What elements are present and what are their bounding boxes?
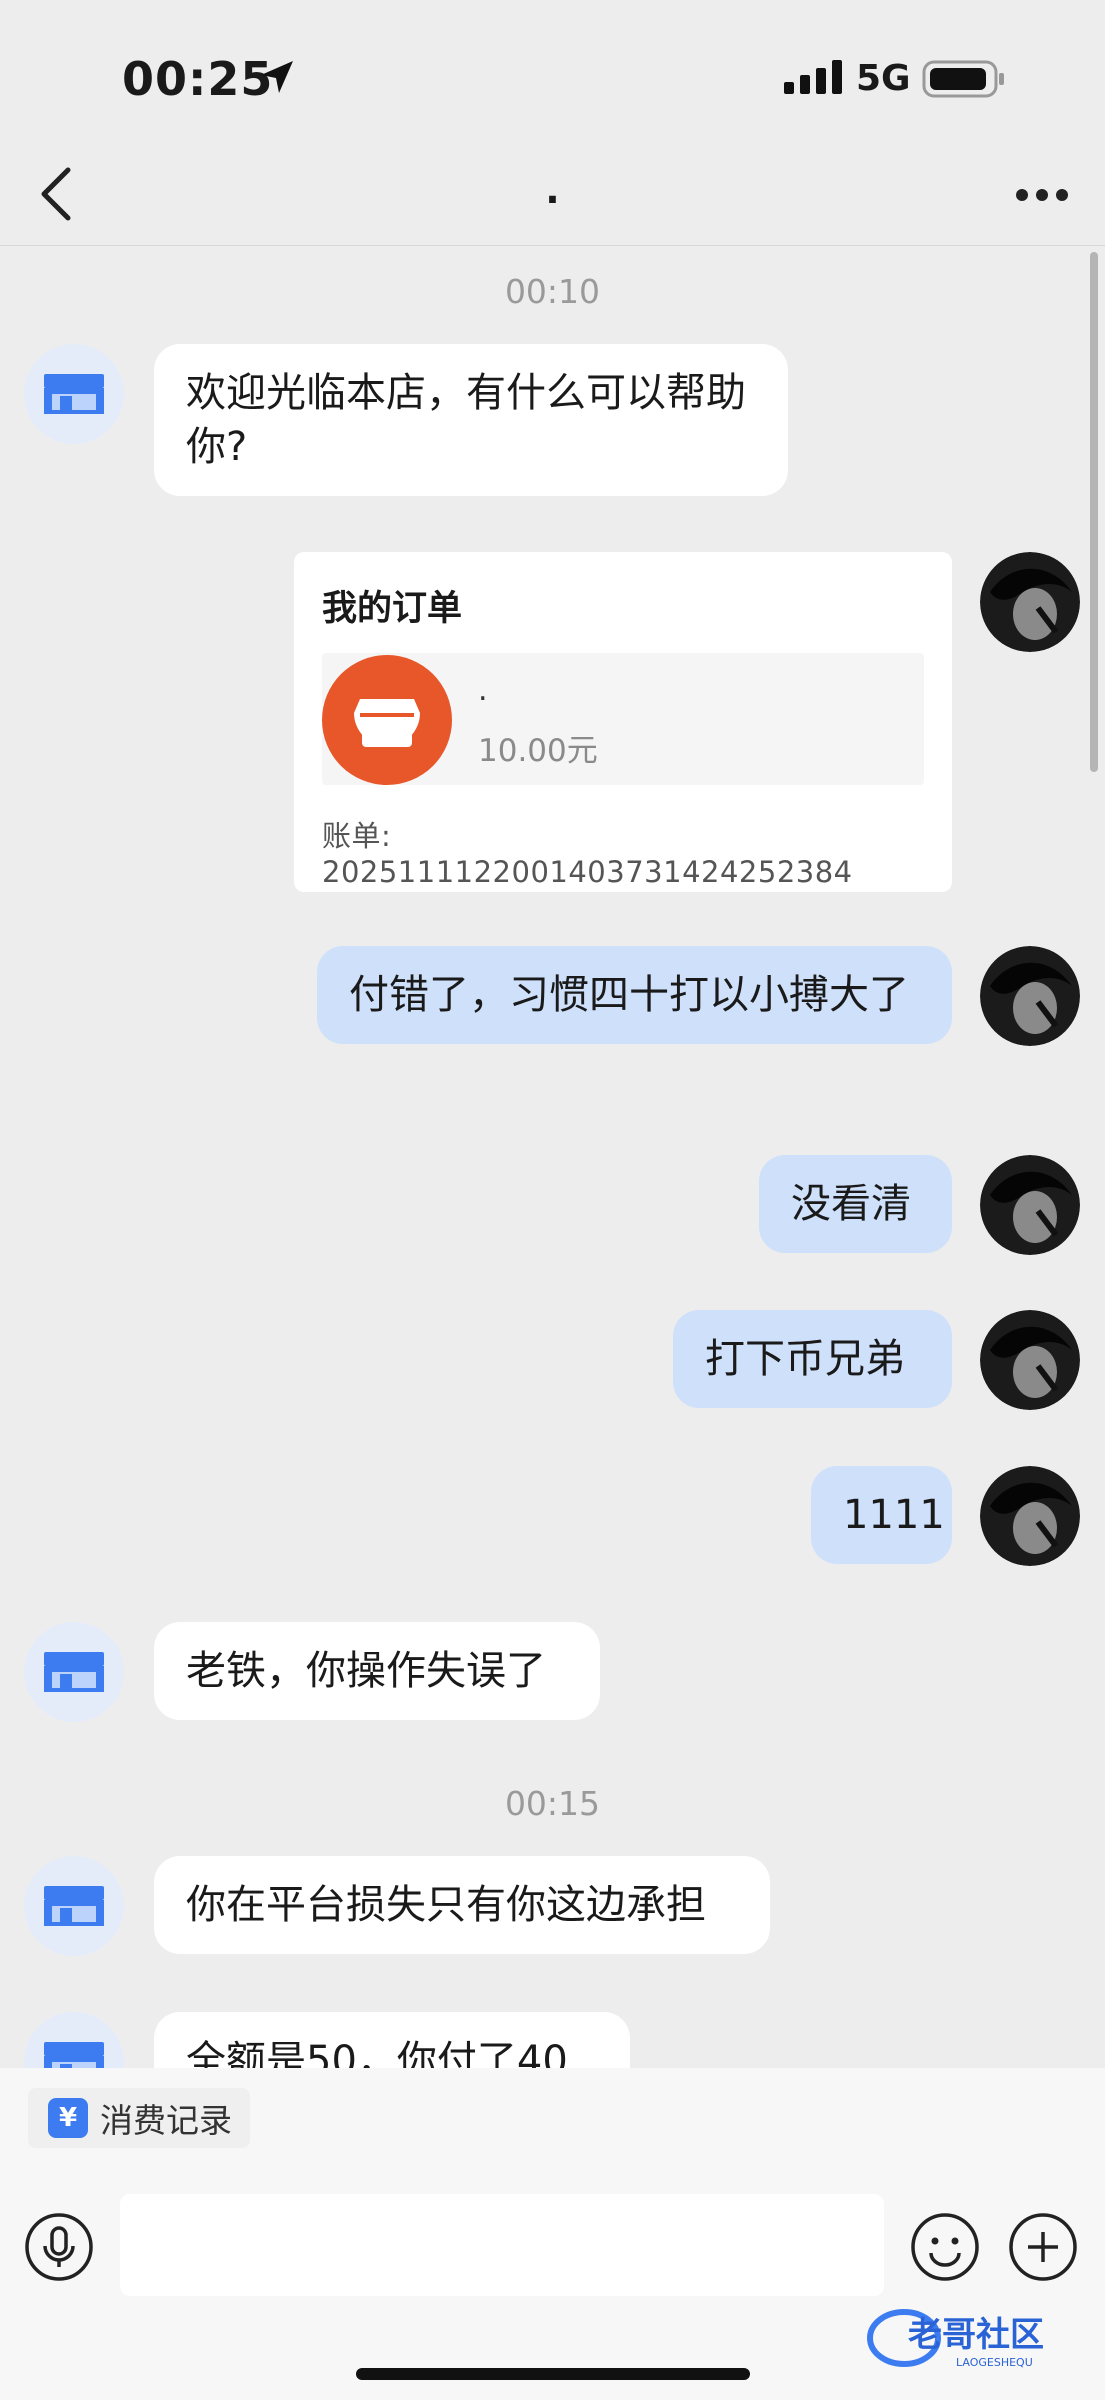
status-bar: 00:25 5G [0,0,1105,150]
watermark-logo: 老哥社区 LAOGESHEQU [867,2309,1044,2369]
emoji-icon[interactable] [910,2212,980,2282]
home-indicator[interactable] [356,2368,750,2380]
message-bubble[interactable]: 欢迎光临本店，有什么可以帮助你? [154,344,788,496]
storefront-icon [354,699,420,747]
timestamp: 00:10 [504,272,601,311]
user-avatar[interactable] [980,1466,1080,1566]
battery-icon [922,60,1004,98]
nav-bar: . [0,150,1105,246]
message-bubble[interactable]: 1111 [811,1466,952,1564]
microphone-icon[interactable] [24,2212,94,2282]
storefront-icon [24,1856,124,1956]
shop-avatar[interactable] [24,1856,124,1956]
user-avatar[interactable] [980,1155,1080,1255]
storefront-icon [24,1622,124,1722]
order-item-name: . [478,673,488,708]
user-avatar-image [980,552,1080,652]
chip-label: 消费记录 [100,2101,232,2140]
user-avatar[interactable] [980,1310,1080,1410]
consumption-record-chip[interactable]: ¥ 消费记录 [28,2088,250,2148]
user-avatar-image [980,946,1080,1046]
chat-title: . [545,168,560,212]
message-bubble[interactable]: 付错了，习惯四十打以小搏大了 [317,946,952,1044]
message-bubble[interactable]: 打下币兄弟 [673,1310,952,1408]
order-card-title: 我的订单 [322,589,463,629]
user-avatar-image [980,1466,1080,1566]
order-item[interactable]: . 10.00元 [322,653,924,785]
storefront-icon [24,344,124,444]
message-bubble[interactable]: 没看清 [759,1155,952,1253]
status-time: 00:25 [122,52,274,106]
user-avatar[interactable] [980,946,1080,1046]
message-input[interactable] [120,2194,884,2296]
watermark-text: 老哥社区 [908,2315,1044,2355]
scrollbar[interactable] [1090,252,1098,772]
network-type: 5G [856,58,911,99]
shop-avatar[interactable] [24,344,124,444]
watermark-subtext: LAOGESHEQU [956,2356,1033,2369]
user-avatar-image [980,1310,1080,1410]
yuan-receipt-icon: ¥ [48,2098,88,2138]
more-options-icon[interactable] [1014,180,1070,210]
message-bubble[interactable]: 老铁，你操作失误了 [154,1622,600,1720]
timestamp: 00:15 [504,1784,601,1823]
message-bubble[interactable]: 你在平台损失只有你这边承担 [154,1856,770,1954]
user-avatar-image [980,1155,1080,1255]
order-item-price: 10.00元 [478,733,598,769]
shop-logo [322,655,452,785]
order-bill-number: 账单: 2025111122001403731424252384 [322,819,853,889]
user-avatar[interactable] [980,552,1080,652]
shop-avatar[interactable] [24,1622,124,1722]
signal-icon [784,60,842,94]
plus-icon[interactable] [1008,2212,1078,2282]
location-arrow-icon [261,61,293,93]
order-card[interactable]: 我的订单 . 10.00元 账单: 2025111122001403731424… [294,552,952,892]
